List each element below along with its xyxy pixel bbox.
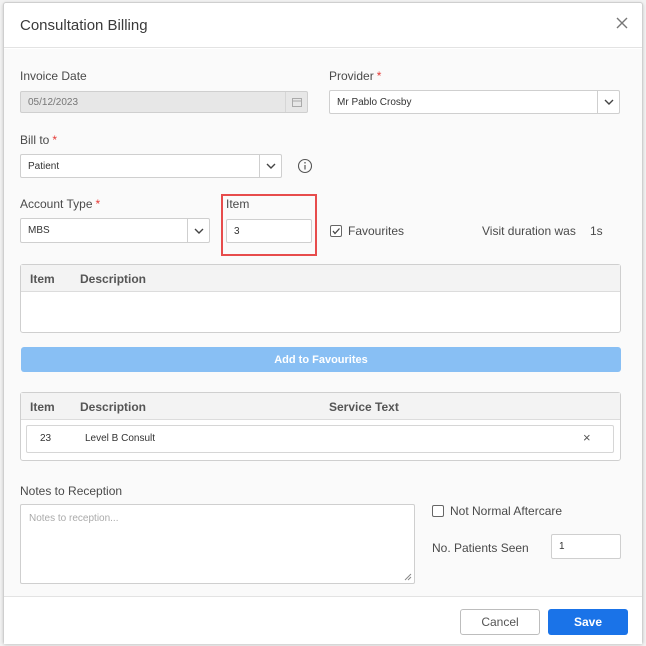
account-type-select[interactable]: MBS xyxy=(20,218,210,243)
notes-label: Notes to Reception xyxy=(20,484,123,498)
dialog-title: Consultation Billing xyxy=(20,17,148,34)
dialog-body: Invoice Date 05/12/2023 Provider * Mr Pab… xyxy=(4,49,642,596)
patients-seen-value: 1 xyxy=(559,541,565,552)
patients-seen-label: No. Patients Seen xyxy=(432,541,529,555)
row-description: Level B Consult xyxy=(85,433,156,444)
not-normal-aftercare-checkbox[interactable] xyxy=(432,505,444,517)
dialog-header: Consultation Billing xyxy=(4,3,642,48)
provider-value: Mr Pablo Crosby xyxy=(337,96,412,108)
account-type-value: MBS xyxy=(28,225,50,236)
not-normal-aftercare-label: Not Normal Aftercare xyxy=(450,504,563,518)
favourites-label: Favourites xyxy=(348,224,405,238)
patients-seen-input[interactable]: 1 xyxy=(551,534,621,559)
notes-textarea[interactable]: Notes to reception... xyxy=(20,504,415,584)
favourites-table: Item Description xyxy=(20,264,621,333)
billing-items-header: Item Description Service Text xyxy=(21,393,620,420)
billing-items-table: Item Description Service Text 23 Level B… xyxy=(20,392,621,461)
favourites-table-header: Item Description xyxy=(21,265,620,292)
provider-select[interactable]: Mr Pablo Crosby xyxy=(329,90,620,114)
bill-to-select[interactable]: Patient xyxy=(20,154,282,178)
chevron-down-icon[interactable] xyxy=(259,155,281,177)
notes-placeholder: Notes to reception... xyxy=(29,513,119,524)
table-row[interactable]: 23 Level B Consult × xyxy=(26,425,614,453)
remove-row-icon[interactable]: × xyxy=(583,430,591,445)
close-icon[interactable] xyxy=(614,15,630,31)
item-highlight-box xyxy=(221,194,317,256)
invoice-date-value: 05/12/2023 xyxy=(28,96,79,108)
dialog-footer: Cancel Save xyxy=(4,596,642,644)
column-header-description: Description xyxy=(80,400,147,414)
resize-handle-icon[interactable] xyxy=(404,573,412,581)
add-to-favourites-button[interactable]: Add to Favourites xyxy=(21,347,621,372)
column-header-description: Description xyxy=(80,272,147,286)
cancel-button[interactable]: Cancel xyxy=(460,609,540,635)
consultation-billing-dialog: Consultation Billing Invoice Date 05/12/… xyxy=(3,2,643,644)
chevron-down-icon[interactable] xyxy=(187,219,209,242)
column-header-item: Item xyxy=(30,400,55,414)
account-type-label: Account Type * xyxy=(20,197,101,211)
visit-duration-value: 1s xyxy=(590,224,603,238)
calendar-icon xyxy=(285,92,307,112)
column-header-item: Item xyxy=(30,272,55,286)
invoice-date-label: Invoice Date xyxy=(20,69,87,83)
row-item-code: 23 xyxy=(40,433,52,444)
save-button[interactable]: Save xyxy=(548,609,628,635)
provider-label: Provider * xyxy=(329,69,382,83)
visit-duration-label: Visit duration was xyxy=(482,224,576,238)
info-icon[interactable] xyxy=(297,158,313,174)
bill-to-label: Bill to * xyxy=(20,133,58,147)
column-header-service-text: Service Text xyxy=(329,400,399,414)
invoice-date-field: 05/12/2023 xyxy=(20,91,308,113)
favourites-checkbox[interactable] xyxy=(330,225,342,237)
chevron-down-icon[interactable] xyxy=(597,91,619,113)
bill-to-value: Patient xyxy=(28,160,60,172)
